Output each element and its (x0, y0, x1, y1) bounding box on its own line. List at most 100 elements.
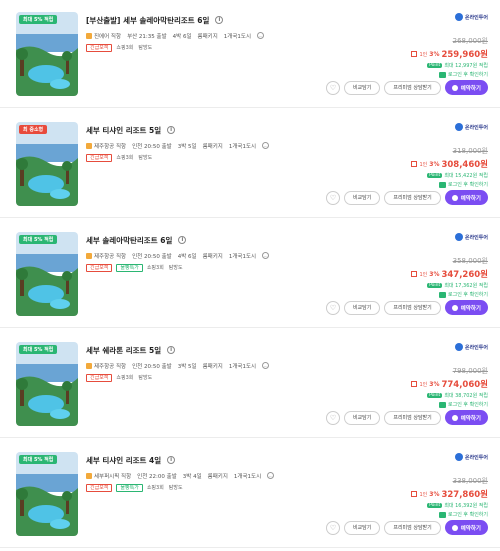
product-title[interactable]: 세부 티샤인 리조트 4일 (86, 455, 161, 466)
point-chip: Point (427, 63, 443, 68)
info-icon[interactable]: i (178, 236, 187, 244)
discount-percent: 3% (429, 160, 440, 168)
login-link[interactable]: 로그인 후 확인하기 (448, 291, 488, 298)
promo-tag: 물빵특가 (116, 263, 143, 272)
info-icon[interactable]: i (167, 346, 176, 354)
detail-item: 3박 4일 (182, 473, 202, 480)
more-icon[interactable]: … (262, 252, 270, 259)
login-link[interactable]: 로그인 후 확인하기 (448, 511, 488, 518)
product-thumbnail[interactable]: 최대 5% 적립 (16, 342, 78, 426)
info-icon[interactable]: i (167, 126, 176, 134)
original-price: 798,000원 (452, 367, 488, 375)
book-icon (451, 84, 458, 91)
compare-button[interactable]: 비교담기 (343, 300, 381, 315)
benefit-badge: 최대 5% 적립 (19, 345, 58, 354)
price-panel: 온라인투어 338,000원 1인 3% 327,860원 Point 최대 1… (378, 452, 488, 518)
product-thumbnail[interactable]: 최대 5% 적립 (16, 452, 78, 536)
product-card[interactable]: 최대 5% 적립 세부 솔레아막탄리조트 6일 i 제주항공 직항 인천 20:5… (0, 220, 500, 328)
wishlist-heart-icon[interactable]: ♡ (325, 520, 340, 535)
vendor: 온라인투어 (378, 342, 488, 352)
point-text: 최대 17,362원 적립 (444, 283, 488, 289)
info-icon[interactable]: i (167, 456, 176, 464)
wishlist-heart-icon[interactable]: ♡ (325, 80, 340, 95)
detail-item: 인천 22:00 출발 (137, 473, 177, 480)
wishlist-heart-icon[interactable]: ♡ (325, 410, 340, 425)
original-price: 268,000원 (452, 37, 488, 45)
resort-photo (16, 232, 78, 316)
card-actions: ♡ 비교담기 프리미엄 상담받기 예약하기 (325, 520, 488, 535)
original-price: 318,000원 (452, 147, 488, 155)
promo-tag: 긴급모객 (86, 263, 113, 272)
premium-consult-button[interactable]: 프리미엄 상담받기 (384, 80, 441, 95)
product-title[interactable]: 세부 티샤인 리조트 5일 (86, 125, 161, 136)
login-icon (439, 291, 447, 298)
book-button[interactable]: 예약하기 (444, 520, 488, 535)
compare-button[interactable]: 비교담기 (343, 520, 381, 535)
vendor-logo-icon (454, 233, 463, 241)
book-button[interactable]: 예약하기 (444, 80, 488, 95)
more-icon[interactable]: … (262, 362, 270, 369)
detail-item: 1개국1도시 (228, 253, 257, 260)
detail-item: 4박 6일 (172, 33, 192, 40)
tag-row: 긴급모객 물빵특가 쇼핑3회 탐방도 (86, 263, 316, 272)
login-link[interactable]: 로그인 후 확인하기 (448, 71, 488, 78)
product-title[interactable]: 세부 솔레아막탄리조트 6일 (86, 235, 172, 246)
promo-tag: 긴급모객 (86, 373, 113, 382)
book-button[interactable]: 예약하기 (444, 300, 488, 315)
detail-item: 제주항공 직항 (86, 142, 126, 150)
product-thumbnail[interactable]: 최대 5% 적립 (16, 12, 78, 96)
detail-item: 인천 20:50 출발 (132, 363, 172, 370)
product-card[interactable]: 최대 5% 적립 세부 쉐라톤 리조트 5일 i 제주항공 직항 인천 20:50… (0, 330, 500, 438)
compare-button[interactable]: 비교담기 (343, 190, 381, 205)
more-icon[interactable]: … (257, 32, 265, 39)
tour-option: 쇼핑3회 (146, 265, 164, 271)
discount-percent: 3% (429, 490, 440, 498)
tag-row: 긴급모객 쇼핑3회 탐방도 (86, 43, 316, 52)
detail-item: 4박 6일 (177, 253, 197, 260)
vendor-name: 온라인투어 (464, 454, 488, 461)
product-title[interactable]: 세부 쉐라톤 리조트 5일 (86, 345, 161, 356)
wishlist-heart-icon[interactable]: ♡ (325, 300, 340, 315)
itinerary-details: 제주항공 직항 인천 20:50 출발 3박 5일 룸패키지 1개국1도시… (86, 361, 316, 370)
coupon-icon (411, 161, 418, 167)
login-link[interactable]: 로그인 후 확인하기 (448, 181, 488, 188)
tour-option: 쇼핑3회 (116, 375, 134, 381)
detail-item: 룸패키지 (207, 473, 228, 480)
more-icon[interactable]: … (262, 142, 270, 149)
detail-item: 룸패키지 (202, 253, 223, 260)
product-title[interactable]: [부산출발] 세부 솔레아막탄리조트 6일 (86, 15, 209, 26)
compare-button[interactable]: 비교담기 (343, 410, 381, 425)
wishlist-heart-icon[interactable]: ♡ (325, 190, 340, 205)
vendor: 온라인투어 (378, 12, 488, 22)
book-button[interactable]: 예약하기 (444, 190, 488, 205)
detail-item: 룸패키지 (197, 33, 218, 40)
tag-row: 긴급모객 쇼핑3회 탐방도 (86, 153, 316, 162)
point-chip: Point (427, 393, 443, 398)
premium-consult-button[interactable]: 프리미엄 상담받기 (384, 520, 441, 535)
book-button[interactable]: 예약하기 (444, 410, 488, 425)
compare-button[interactable]: 비교담기 (343, 80, 381, 95)
product-thumbnail[interactable]: 최대 5% 적립 (16, 232, 78, 316)
info-icon[interactable]: i (215, 16, 224, 24)
card-actions: ♡ 비교담기 프리미엄 상담받기 예약하기 (325, 410, 488, 425)
product-card[interactable]: 최대 5% 적립 [부산출발] 세부 솔레아막탄리조트 6일 i 진에어 직항 부… (0, 0, 500, 108)
more-icon[interactable]: … (267, 472, 275, 479)
premium-consult-button[interactable]: 프리미엄 상담받기 (384, 190, 441, 205)
book-label: 예약하기 (460, 195, 481, 202)
vendor-name: 온라인투어 (464, 14, 488, 21)
discount-percent: 3% (429, 270, 440, 278)
product-info: [부산출발] 세부 솔레아막탄리조트 6일 i 진에어 직항 부산 21:35 출… (86, 14, 316, 52)
benefit-badge: 최대 5% 적립 (19, 455, 58, 464)
detail-item: 3박 5일 (177, 143, 197, 150)
product-card[interactable]: 최대 5% 적립 세부 티샤인 리조트 4일 i 세부퍼시픽 직항 인천 22:0… (0, 440, 500, 548)
login-link[interactable]: 로그인 후 확인하기 (448, 401, 488, 408)
card-actions: ♡ 비교담기 프리미엄 상담받기 예약하기 (325, 80, 488, 95)
product-info: 세부 티샤인 리조트 5일 i 제주항공 직항 인천 20:50 출발 3박 5일 룸… (86, 124, 316, 162)
product-card[interactable]: 최 중소형 세부 티샤인 리조트 5일 i 제주항공 직항 인천 20:50 출발… (0, 110, 500, 218)
product-thumbnail[interactable]: 최 중소형 (16, 122, 78, 206)
detail-item: 인천 20:50 출발 (132, 253, 172, 260)
itinerary-details: 진에어 직항 부산 21:35 출발 4박 6일 룸패키지 1개국1도시… (86, 31, 316, 40)
premium-consult-button[interactable]: 프리미엄 상담받기 (384, 300, 441, 315)
premium-consult-button[interactable]: 프리미엄 상담받기 (384, 410, 441, 425)
book-icon (451, 414, 458, 421)
